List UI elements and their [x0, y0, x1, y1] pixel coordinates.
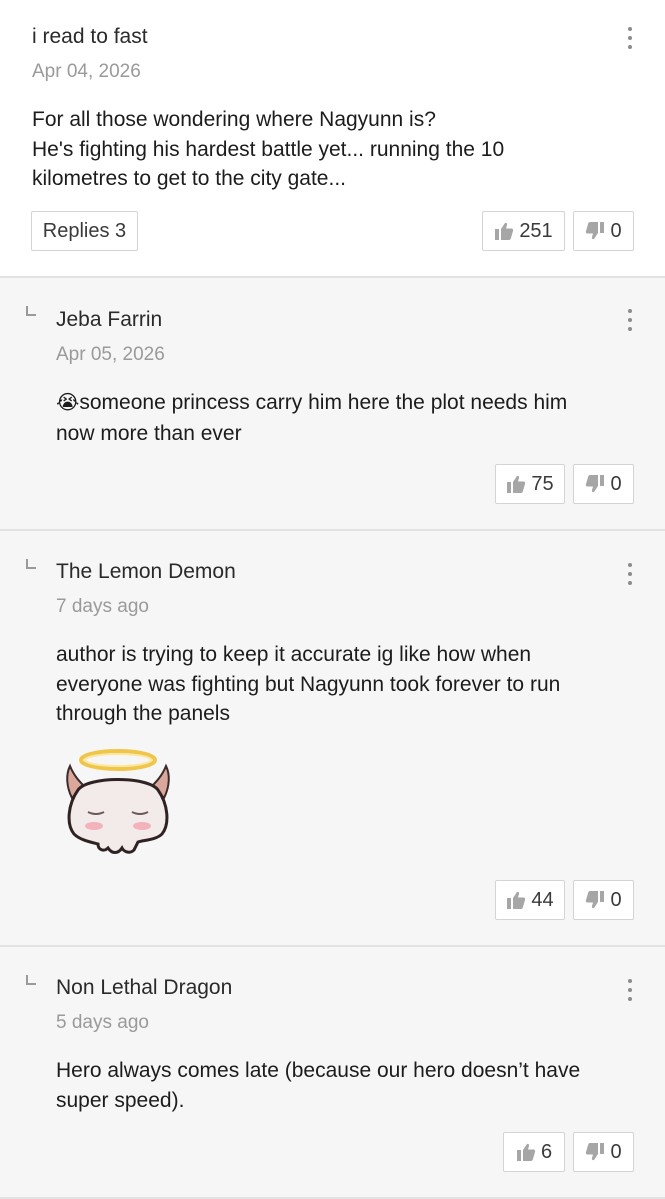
comment-author[interactable]: The Lemon Demon: [56, 560, 236, 584]
comment-line: author is trying to keep it accurate ig …: [56, 643, 532, 666]
comment-line: everyone was fighting but Nagyunn took f…: [56, 672, 561, 696]
thumbs-up-icon: [507, 891, 526, 909]
thumbs-down-icon: [586, 1143, 605, 1161]
comment-date: 7 days ago: [56, 596, 149, 617]
reply-corner-icon: [26, 306, 36, 316]
like-button[interactable]: 44: [495, 880, 565, 920]
comment-line: super speed).: [56, 1088, 185, 1112]
dislike-button[interactable]: 0: [573, 1132, 634, 1172]
comment-text: For all those wondering where Nagyunn is…: [32, 105, 622, 194]
comment-line: For all those wondering where Nagyunn is…: [32, 108, 436, 131]
like-count: 44: [531, 888, 554, 911]
dislike-button[interactable]: 0: [573, 464, 634, 504]
comment-author[interactable]: i read to fast: [32, 25, 148, 49]
more-options-icon[interactable]: [620, 976, 640, 1004]
dislike-button[interactable]: 0: [573, 880, 634, 920]
like-count: 251: [519, 219, 553, 242]
thumbs-up-icon: [507, 475, 526, 493]
reply-comment: The Lemon Demon 7 days ago author is try…: [0, 531, 665, 945]
comment: i read to fast Apr 04, 2026 For all thos…: [0, 0, 665, 276]
like-button[interactable]: 75: [495, 464, 565, 504]
thumbs-up-icon: [516, 1143, 536, 1161]
reply-corner-icon: [26, 975, 36, 985]
comment-line: now more than ever: [56, 421, 242, 445]
dislike-button[interactable]: 0: [573, 211, 634, 251]
comment-author[interactable]: Jeba Farrin: [56, 308, 162, 332]
comment-line: through the panels: [56, 702, 230, 725]
comment-text: author is trying to keep it accurate ig …: [56, 640, 646, 729]
reply-corner-icon: [26, 559, 36, 569]
thumbs-down-icon: [586, 475, 605, 493]
like-button[interactable]: 251: [482, 211, 565, 251]
comment-text: Hero always comes late (because our hero…: [56, 1056, 646, 1115]
dislike-count: 0: [610, 888, 622, 911]
comment-line: He's fighting his hardest battle yet... …: [32, 137, 505, 161]
comment-date: Apr 04, 2026: [32, 61, 141, 82]
like-count: 6: [540, 1140, 553, 1163]
horned-skull-with-halo-sticker[interactable]: [58, 746, 178, 856]
replies-button[interactable]: Replies 3: [31, 211, 138, 251]
comment-text: 😭someone princess carry him here the plo…: [56, 388, 646, 448]
dislike-count: 0: [610, 1140, 622, 1163]
more-options-icon[interactable]: [620, 560, 640, 588]
reply-comment: Jeba Farrin Apr 05, 2026 😭someone prince…: [0, 278, 665, 529]
crying-face-emoji: 😭: [56, 392, 80, 414]
comment-date: Apr 05, 2026: [56, 344, 165, 365]
comment-date: 5 days ago: [56, 1012, 149, 1033]
dislike-count: 0: [610, 219, 622, 242]
more-options-icon[interactable]: [620, 24, 640, 52]
thumbs-down-icon: [586, 891, 605, 909]
more-options-icon[interactable]: [620, 306, 640, 334]
like-button[interactable]: 6: [503, 1132, 565, 1172]
comment-line: kilometres to get to the city gate...: [32, 167, 346, 190]
dislike-count: 0: [610, 472, 622, 495]
like-count: 75: [531, 472, 554, 495]
thumbs-down-icon: [586, 222, 605, 240]
thumbs-up-icon: [495, 222, 514, 240]
comment-author[interactable]: Non Lethal Dragon: [56, 976, 232, 1000]
comment-line: someone princess carry him here the plot…: [79, 391, 568, 414]
reply-comment: Non Lethal Dragon 5 days ago Hero always…: [0, 947, 665, 1197]
comment-line: Hero always comes late (because our hero…: [56, 1059, 581, 1082]
